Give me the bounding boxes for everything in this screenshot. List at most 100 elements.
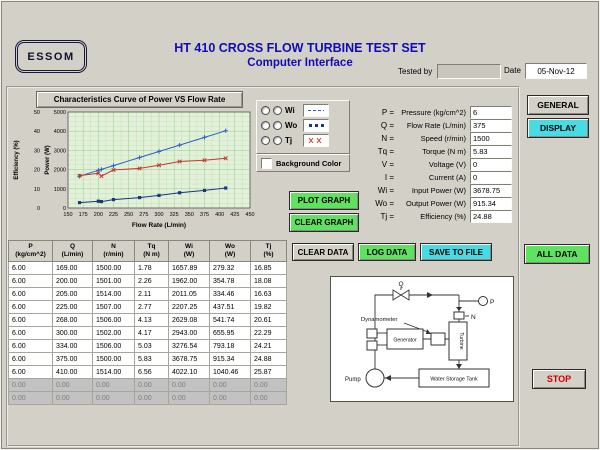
display-button[interactable]: DISPLAY xyxy=(527,118,589,138)
q-label: Q xyxy=(398,281,403,288)
svg-text:2000: 2000 xyxy=(54,168,66,174)
param-row: V = Voltage (V) 0 xyxy=(368,158,512,171)
param-value-field[interactable]: 0 xyxy=(470,158,512,171)
svg-text:Flow Rate (L/min): Flow Rate (L/min) xyxy=(132,222,186,229)
svg-text:50: 50 xyxy=(34,110,40,116)
tested-by-field[interactable] xyxy=(437,64,501,79)
svg-text:425: 425 xyxy=(230,212,239,218)
table-cell: 6.56 xyxy=(134,365,169,379)
param-row: Wo = Output Power (W) 915.34 xyxy=(368,197,512,210)
table-cell: 1514.00 xyxy=(92,365,135,379)
table-cell: 437.51 xyxy=(209,300,251,314)
table-cell: 6.00 xyxy=(8,326,53,340)
meter-box xyxy=(366,340,378,351)
log-data-button[interactable]: LOG DATA xyxy=(358,243,416,261)
table-cell: 0.00 xyxy=(168,378,210,392)
series-style-swatch[interactable] xyxy=(303,134,329,147)
general-button[interactable]: GENERAL xyxy=(527,95,589,115)
table-cell: 169.00 xyxy=(52,261,93,275)
system-diagram-panel: Q Dynamometer N P Generator Turbine Pump… xyxy=(330,276,514,402)
save-to-file-button[interactable]: SAVE TO FILE xyxy=(420,243,492,261)
table-row: 6.00 169.00 1500.00 1.78 1657.89 279.32 16.85 xyxy=(8,261,287,275)
column-header: Wo (W) xyxy=(209,240,251,262)
table-cell: 0.00 xyxy=(168,391,210,405)
table-cell: 3678.75 xyxy=(168,352,210,366)
table-cell: 200.00 xyxy=(52,274,93,288)
p-label: P xyxy=(490,299,494,306)
series-radio[interactable] xyxy=(273,121,282,130)
table-cell: 18.08 xyxy=(250,274,287,288)
legend-rows: Wi Wo Tj xyxy=(261,103,349,148)
series-style-swatch[interactable] xyxy=(303,104,329,117)
svg-text:225: 225 xyxy=(109,212,118,218)
clear-data-button[interactable]: CLEAR DATA xyxy=(292,243,354,261)
series-radio[interactable] xyxy=(261,121,270,130)
series-style-swatch[interactable] xyxy=(303,119,329,132)
series-radio[interactable] xyxy=(273,136,282,145)
param-symbol: N = xyxy=(381,134,394,143)
column-header: Q (L/min) xyxy=(52,240,93,262)
table-cell: 0.00 xyxy=(134,378,169,392)
param-label: Flow Rate (L/min) xyxy=(406,121,466,130)
table-cell: 1506.00 xyxy=(92,313,135,327)
all-data-button[interactable]: ALL DATA xyxy=(524,244,590,264)
table-row: 6.00 205.00 1514.00 2.11 2011.05 334.46 16.63 xyxy=(8,287,287,301)
svg-text:150: 150 xyxy=(63,212,72,218)
param-label: Output Power (W) xyxy=(405,199,466,208)
background-color-checkbox[interactable] xyxy=(261,157,272,169)
param-row: I = Current (A) 0 xyxy=(368,171,512,184)
table-cell: 5.03 xyxy=(134,339,169,353)
valve-symbol xyxy=(400,289,410,301)
column-header: P (kg/cm^2) xyxy=(8,240,53,262)
table-cell: 6.00 xyxy=(8,261,53,275)
table-cell: 4022.10 xyxy=(168,365,210,379)
param-row: N = Speed (r/min) 1500 xyxy=(368,132,512,145)
series-radio[interactable] xyxy=(273,106,282,115)
essom-logo: ESSOM xyxy=(15,40,87,73)
param-label: Efficiency (%) xyxy=(420,212,466,221)
table-cell: 0.00 xyxy=(250,391,287,405)
param-value-field[interactable]: 5.83 xyxy=(470,145,512,158)
plot-graph-button[interactable]: PLOT GRAPH xyxy=(289,191,359,210)
table-cell: 655.95 xyxy=(209,326,251,340)
measurement-table: P (kg/cm^2) Q (L/min) N (r/min) Tq (N m) Wi (W) Wo… xyxy=(8,240,287,405)
table-cell: 0.00 xyxy=(209,378,251,392)
stop-button[interactable]: STOP xyxy=(532,369,586,389)
param-value-field[interactable]: 6 xyxy=(470,106,512,119)
param-value-field[interactable]: 375 xyxy=(470,119,512,132)
series-radio[interactable] xyxy=(261,106,270,115)
n-label: N xyxy=(471,314,476,321)
svg-text:3000: 3000 xyxy=(54,148,66,154)
background-color-label: Background Color xyxy=(276,158,342,168)
series-radio[interactable] xyxy=(261,136,270,145)
tank-label: Water Storage Tank xyxy=(430,377,478,383)
table-row: 6.00 225.00 1507.00 2.77 2207.25 437.51 19.82 xyxy=(8,300,287,314)
generator-label: Generator xyxy=(393,338,417,344)
power-vs-flowrate-chart: 150 175 200 225 250 275 300 325 350 375 400 425 4500… xyxy=(14,110,255,229)
table-cell: 6.00 xyxy=(8,313,53,327)
svg-text:30: 30 xyxy=(34,148,40,154)
table-cell: 25.87 xyxy=(250,365,287,379)
table-cell: 4.17 xyxy=(134,326,169,340)
date-field[interactable]: 05-Nov-12 xyxy=(525,63,587,79)
series-selector-panel: Wi Wo Tj xyxy=(256,100,350,154)
param-value-field[interactable]: 0 xyxy=(470,171,512,184)
table-cell: 16.63 xyxy=(250,287,287,301)
meter-box xyxy=(366,328,378,339)
table-cell: 1502.00 xyxy=(92,326,135,340)
param-row: Tj = Efficiency (%) 24.88 xyxy=(368,210,512,223)
series-label: Wi xyxy=(285,106,295,115)
param-value-field[interactable]: 3678.75 xyxy=(470,184,512,197)
table-cell: 2629.08 xyxy=(168,313,210,327)
param-value-field[interactable]: 1500 xyxy=(470,132,512,145)
table-cell: 6.00 xyxy=(8,287,53,301)
parameter-panel: P = Pressure (kg/cm^2) 6 Q = Flow Rate (L/mi… xyxy=(368,106,512,223)
param-value-field[interactable]: 915.34 xyxy=(470,197,512,210)
param-label: Input Power (W) xyxy=(411,186,466,195)
table-cell: 225.00 xyxy=(52,300,93,314)
clear-graph-button[interactable]: CLEAR GRAPH xyxy=(289,213,359,232)
svg-text:200: 200 xyxy=(94,212,103,218)
table-cell: 5.83 xyxy=(134,352,169,366)
table-row: 6.00 268.00 1506.00 4.13 2629.08 541.74 20.61 xyxy=(8,313,287,327)
param-value-field[interactable]: 24.88 xyxy=(470,210,512,223)
